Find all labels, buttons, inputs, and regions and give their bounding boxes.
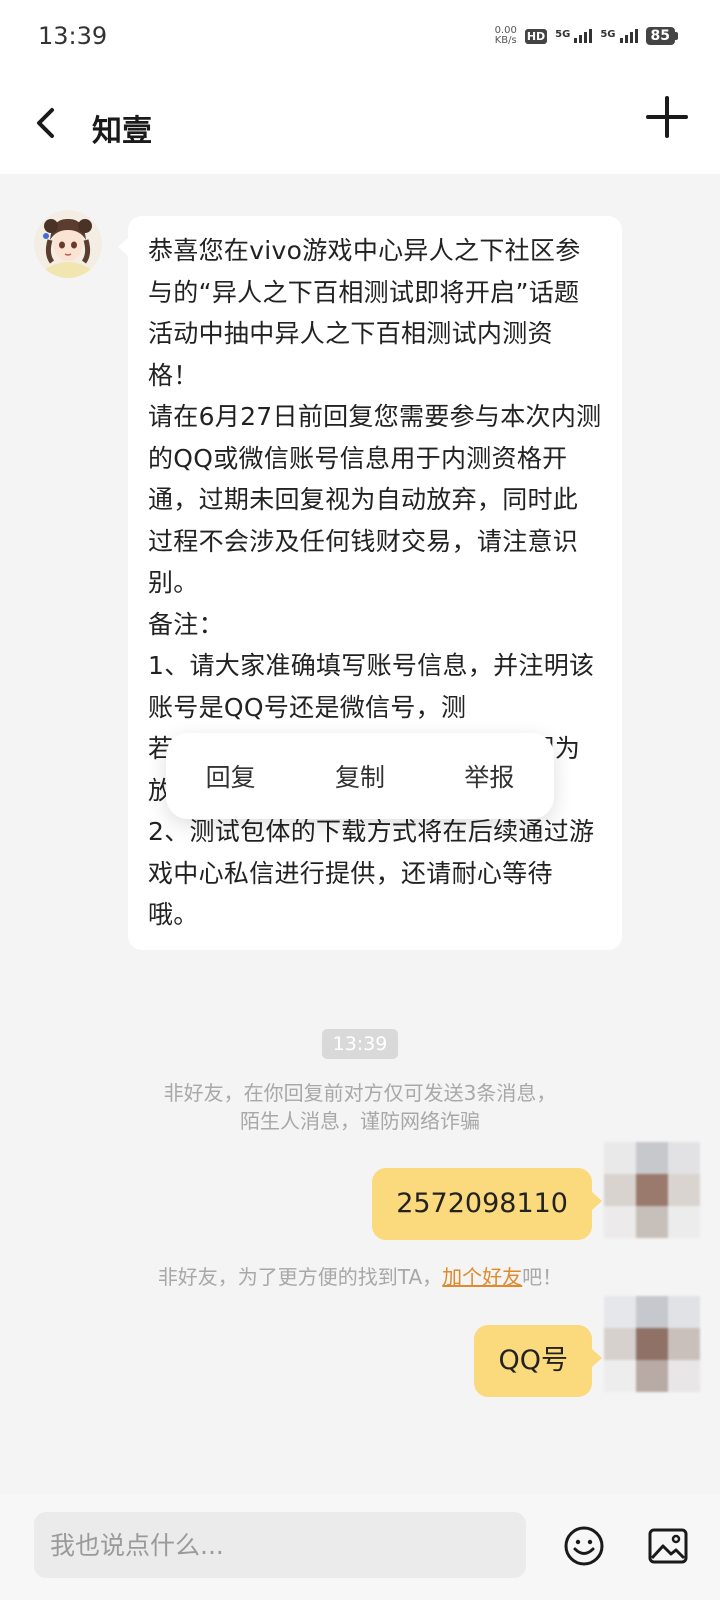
stranger-warning-line1: 非好友，在你回复前对方仅可发送3条消息，	[163, 1081, 557, 1105]
chat-title: 知壹	[92, 114, 152, 149]
my-avatar[interactable]	[604, 1296, 700, 1392]
copy-menu-item[interactable]: 复制	[321, 748, 399, 804]
incoming-message-bubble[interactable]: 恭喜您在vivo游戏中心异人之下社区参与的“异人之下百相测试即将开启”话题活动中…	[118, 216, 622, 950]
reply-menu-item[interactable]: 回复	[192, 748, 270, 804]
outgoing-message-bubble[interactable]: 2572098110	[372, 1168, 602, 1240]
image-icon[interactable]	[646, 1524, 690, 1568]
my-avatar[interactable]	[604, 1142, 700, 1238]
add-friend-suffix: 吧！	[522, 1265, 563, 1289]
signal-sim2-icon: 5G	[600, 29, 638, 43]
status-bar: 13:39 0.00 KB/s HD 5G 5G 85	[0, 0, 720, 78]
outgoing-message-bubble[interactable]: QQ号	[474, 1325, 602, 1397]
message-input[interactable]	[34, 1512, 526, 1578]
message-timestamp: 13:39	[322, 1029, 398, 1059]
add-friend-prefix: 非好友，为了更方便的找到TA，	[157, 1265, 443, 1289]
plus-icon[interactable]	[642, 92, 692, 142]
message-context-menu: 回复 复制 举报	[166, 733, 554, 819]
hd-voice-icon: HD	[524, 28, 548, 44]
emoji-icon[interactable]	[562, 1524, 606, 1568]
battery-level: 85	[645, 27, 675, 45]
sim2-network-type: 5G	[600, 29, 616, 40]
chat-header: 知壹	[0, 78, 720, 174]
stranger-warning-notice: 非好友，在你回复前对方仅可发送3条消息， 陌生人消息，谨防网络诈骗	[0, 1079, 720, 1135]
signal-sim1-icon: 5G	[555, 29, 593, 43]
message-input-bar	[0, 1494, 720, 1600]
add-friend-link[interactable]: 加个好友	[442, 1265, 522, 1289]
report-menu-item[interactable]: 举报	[450, 748, 528, 804]
status-icons: 0.00 KB/s HD 5G 5G 85	[495, 26, 678, 46]
stranger-warning-line2: 陌生人消息，谨防网络诈骗	[240, 1109, 480, 1133]
sender-avatar[interactable]	[34, 210, 102, 278]
back-icon[interactable]	[28, 98, 68, 148]
battery-icon: 85	[645, 27, 678, 45]
status-time: 13:39	[38, 22, 108, 50]
add-friend-notice: 非好友，为了更方便的找到TA，加个好友吧！	[0, 1263, 720, 1291]
network-speed-unit: KB/s	[494, 35, 517, 46]
network-speed: 0.00 KB/s	[495, 26, 517, 46]
sim1-network-type: 5G	[555, 29, 571, 40]
